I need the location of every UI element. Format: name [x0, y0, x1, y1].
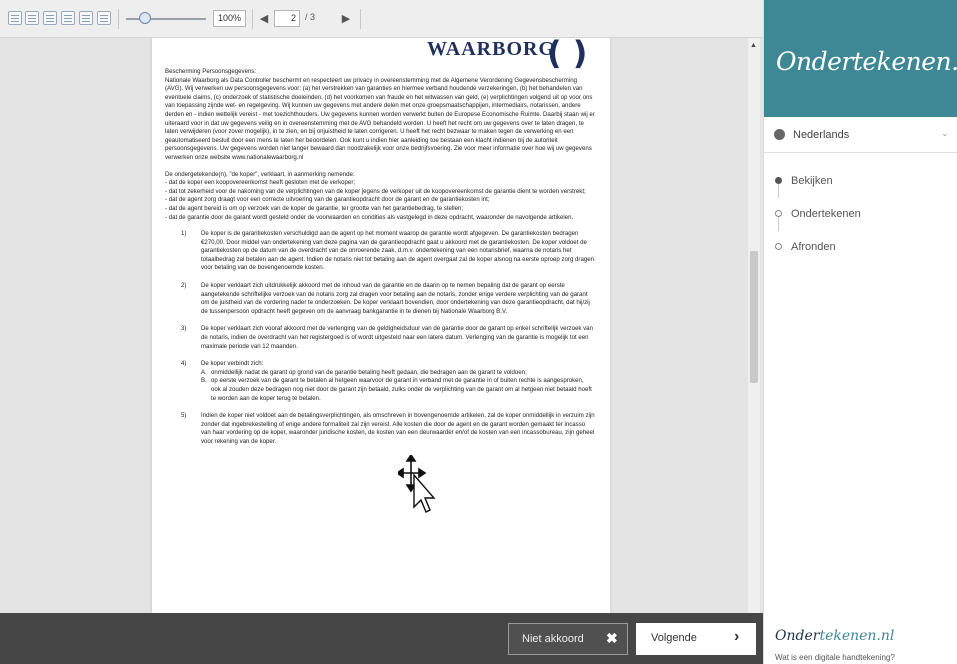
language-selector[interactable]: Nederlands ⌄: [764, 117, 957, 153]
next-button[interactable]: Volgende ›: [636, 623, 756, 655]
signing-sidebar: Ondertekenen.nl Nederlands ⌄ Bekijken On…: [763, 0, 957, 664]
step-finish[interactable]: Afronden: [764, 231, 957, 264]
brand-header: Ondertekenen.nl: [764, 0, 957, 117]
document-body: Bescherming Persoonsgegevens: Nationale …: [165, 68, 595, 456]
article-number: 4): [181, 360, 187, 368]
article-item: 5) Indien de koper niet voldoet aan de b…: [165, 412, 595, 446]
page-total: / 3: [305, 12, 316, 22]
step-sign[interactable]: Ondertekenen: [764, 198, 957, 231]
chevron-down-icon: ⌄: [941, 128, 949, 138]
vertical-scrollbar[interactable]: ▲: [748, 38, 760, 613]
zoom-level[interactable]: 100%: [213, 10, 246, 27]
fit-width-icon[interactable]: [61, 11, 75, 25]
sub-item: A. onmiddellijk nadat de garant op grond…: [201, 369, 595, 378]
privacy-paragraph: Bescherming Persoonsgegevens: Nationale …: [165, 68, 595, 161]
article-item: 2) De koper verklaart zich uitdrukkelijk…: [165, 282, 595, 316]
sub-item-letter: B.: [201, 377, 207, 385]
document-page: WAARBORG ( ) Bescherming Persoonsgegeven…: [152, 38, 610, 613]
sub-item-text: onmiddellijk nadat de garant op grond va…: [211, 368, 527, 376]
caret-left-icon[interactable]: ◀: [258, 10, 270, 28]
single-page-icon[interactable]: [8, 11, 22, 25]
step-connector: [778, 217, 779, 231]
page-number-input[interactable]: 2: [274, 10, 300, 27]
document-viewer[interactable]: WAARBORG ( ) Bescherming Persoonsgegeven…: [0, 38, 763, 613]
zoom-slider[interactable]: [126, 18, 206, 20]
step-connector: [778, 184, 779, 198]
two-page-icon[interactable]: [25, 11, 39, 25]
decline-button[interactable]: Niet akkoord ✖: [508, 623, 628, 655]
next-label: Volgende: [651, 632, 697, 644]
article-text: De koper verklaart zich uitdrukkelijk ak…: [201, 282, 590, 315]
waarborg-logo-mark: ( ): [547, 38, 588, 72]
scrollbar-thumb[interactable]: [750, 251, 758, 383]
toolbar-divider: [118, 9, 119, 29]
sub-item-letter: A.: [201, 368, 207, 376]
step-label: Afronden: [791, 241, 836, 253]
print-icon[interactable]: [97, 11, 111, 25]
sub-item: B. op eerste verzoek van de garant te be…: [201, 377, 595, 403]
declaration-paragraph: De ondergetekende(n), "de koper", verkla…: [165, 170, 586, 221]
article-number: 5): [181, 412, 187, 420]
grid-view-icon[interactable]: [43, 11, 57, 25]
article-text: De koper verklaart zich vooraf akkoord m…: [201, 325, 593, 350]
sub-item-text: op eerste verzoek van de garant te betal…: [211, 377, 592, 402]
decline-label: Niet akkoord: [522, 633, 584, 645]
pdf-toolbar: 100% ◀ 2 / 3 ▶: [0, 0, 763, 38]
language-label: Nederlands: [793, 129, 850, 141]
step-dot: [775, 243, 782, 250]
step-dot-active: [775, 177, 782, 184]
footer-brand-part-a: Onder: [775, 628, 820, 644]
help-link[interactable]: Wat is een digitale handtekening?: [775, 653, 895, 662]
toolbar-divider: [360, 9, 361, 29]
article-item: 3) De koper verklaart zich vooraf akkoor…: [165, 325, 595, 351]
article-number: 3): [181, 325, 187, 333]
article-text: De koper verbindt zich:: [201, 360, 264, 368]
article-item: 4) De koper verbindt zich: A. onmiddelli…: [165, 360, 595, 403]
move-cursor-icon: [398, 455, 436, 513]
article-number: 2): [181, 282, 187, 290]
action-footer: Niet akkoord ✖ Volgende ›: [0, 613, 763, 664]
scroll-up-arrow-icon[interactable]: ▲: [750, 42, 757, 49]
fit-page-icon[interactable]: [79, 11, 93, 25]
close-icon: ✖: [606, 630, 618, 646]
toolbar-divider: [252, 9, 253, 29]
footer-brand-part-b: tekenen.nl: [819, 628, 895, 644]
brand-logo: Ondertekenen.nl: [776, 47, 957, 76]
article-text: De koper is de garantiekosten verschuldi…: [201, 230, 594, 272]
step-label: Bekijken: [791, 175, 833, 187]
waarborg-logo: WAARBORG: [427, 38, 556, 60]
progress-steps: Bekijken Ondertekenen Afronden: [764, 165, 957, 264]
step-label: Ondertekenen: [791, 208, 861, 220]
zoom-slider-handle[interactable]: [139, 12, 151, 24]
chevron-right-icon: ›: [734, 628, 740, 645]
article-number: 1): [181, 230, 187, 238]
globe-icon: [774, 129, 785, 140]
footer-brand-logo: Ondertekenen.nl: [775, 628, 894, 644]
step-dot: [775, 210, 782, 217]
article-text: Indien de koper niet voldoet aan de beta…: [201, 412, 595, 445]
caret-right-icon[interactable]: ▶: [340, 10, 352, 28]
article-item: 1) De koper is de garantiekosten verschu…: [165, 230, 595, 273]
step-view[interactable]: Bekijken: [764, 165, 957, 198]
